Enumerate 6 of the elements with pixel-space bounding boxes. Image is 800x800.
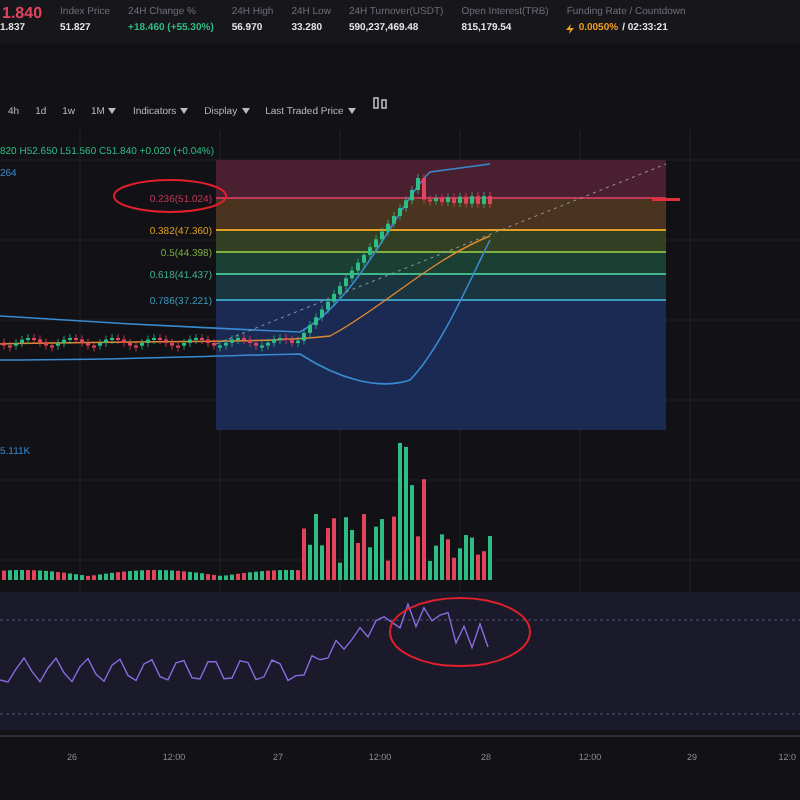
- price-marker: [652, 198, 680, 201]
- annotation-circle: [113, 179, 227, 213]
- annotation-circle: [389, 597, 531, 667]
- lightning-icon: [566, 23, 575, 34]
- chart-type-icon[interactable]: [371, 96, 388, 110]
- last-price: 1.840: [0, 6, 43, 22]
